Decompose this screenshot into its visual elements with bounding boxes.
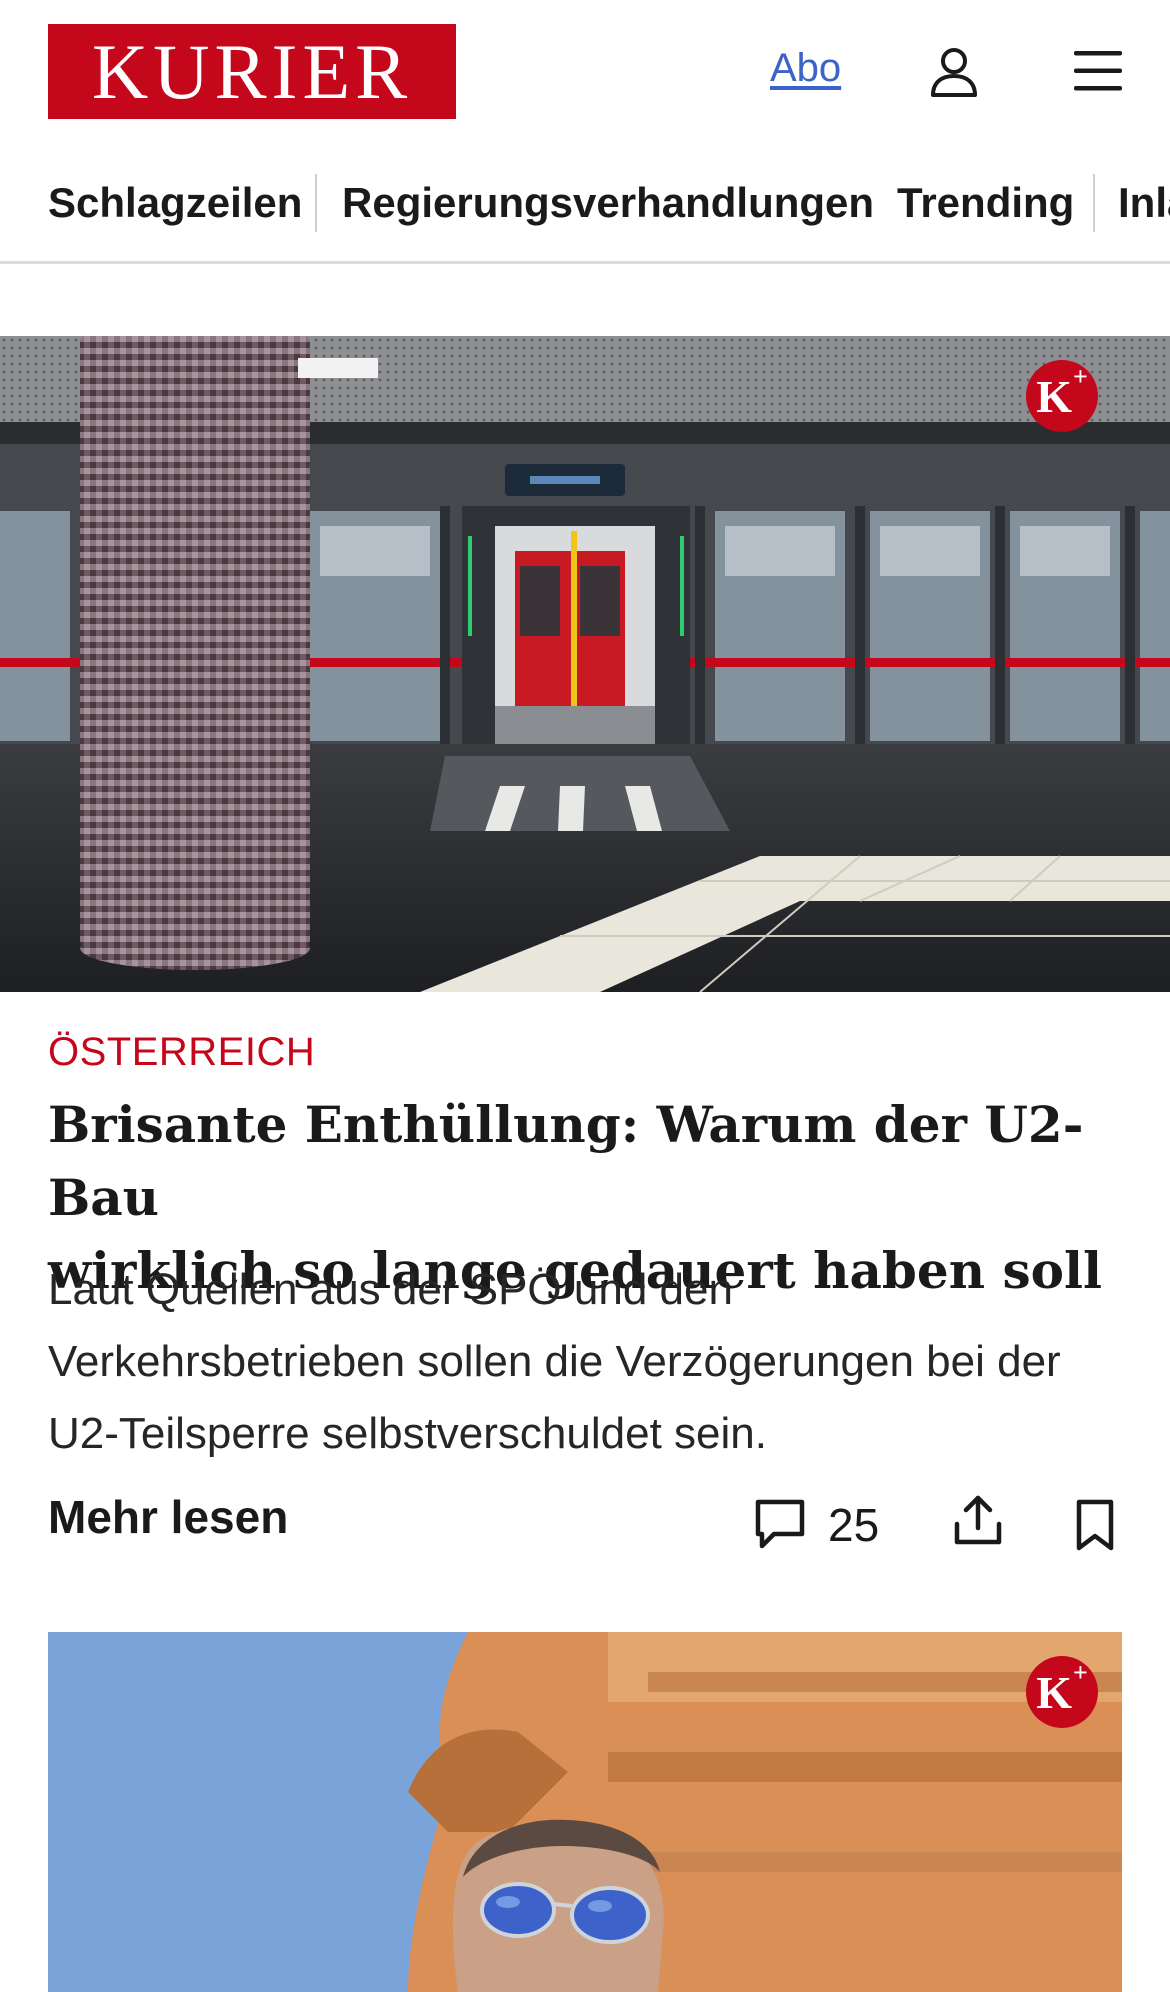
nav-item-regierungsverhandlungen[interactable]: Regierungsverhandlungen (342, 178, 874, 228)
article-image-subway[interactable]: K+ (0, 336, 1170, 992)
nav-item-trending[interactable]: Trending (897, 178, 1074, 228)
man-at-petra-illustration (48, 1632, 1122, 1992)
comment-count[interactable]: 25 (828, 1498, 879, 1552)
share-icon[interactable] (952, 1492, 1004, 1548)
site-header: KURIER Abo (0, 0, 1170, 144)
article-category[interactable]: ÖSTERREICH (48, 1030, 315, 1075)
nav-item-inland[interactable]: Inland (1118, 178, 1170, 228)
abo-link[interactable]: Abo (770, 46, 841, 91)
nav-item-schlagzeilen[interactable]: Schlagzeilen (48, 178, 302, 228)
bookmark-icon[interactable] (1074, 1498, 1116, 1552)
kplus-badge-text: K+ (1036, 362, 1088, 422)
comment-icon[interactable] (752, 1496, 808, 1552)
article-teaser: Laut Quellen aus der SPÖ und den Verkehr… (48, 1254, 1138, 1470)
kplus-premium-badge: K+ (1026, 1656, 1098, 1728)
kurier-logo[interactable]: KURIER (48, 24, 456, 119)
teaser-line-2: Verkehrsbetrieben sollen die Verzögerung… (48, 1337, 1061, 1386)
read-more-link[interactable]: Mehr lesen (48, 1490, 288, 1544)
logo-text: KURIER (91, 27, 413, 115)
teaser-line-3: U2-Teilsperre selbstverschuldet sein. (48, 1409, 767, 1458)
teaser-line-1: Laut Quellen aus der SPÖ und den (48, 1265, 733, 1314)
article-image-man-sunglasses[interactable]: K+ (48, 1632, 1122, 1992)
section-nav: Schlagzeilen Regierungsverhandlungen Tre… (0, 144, 1170, 264)
nav-divider (1093, 174, 1095, 232)
subway-station-illustration (0, 336, 1170, 992)
nav-divider (315, 174, 317, 232)
hamburger-menu-icon[interactable] (1072, 48, 1124, 94)
headline-line-1: Brisante Enthüllung: Warum der U2-Bau (48, 1095, 1084, 1227)
user-icon[interactable] (928, 46, 980, 98)
kplus-premium-badge: K+ (1026, 360, 1098, 432)
kplus-badge-text: K+ (1036, 1658, 1088, 1718)
